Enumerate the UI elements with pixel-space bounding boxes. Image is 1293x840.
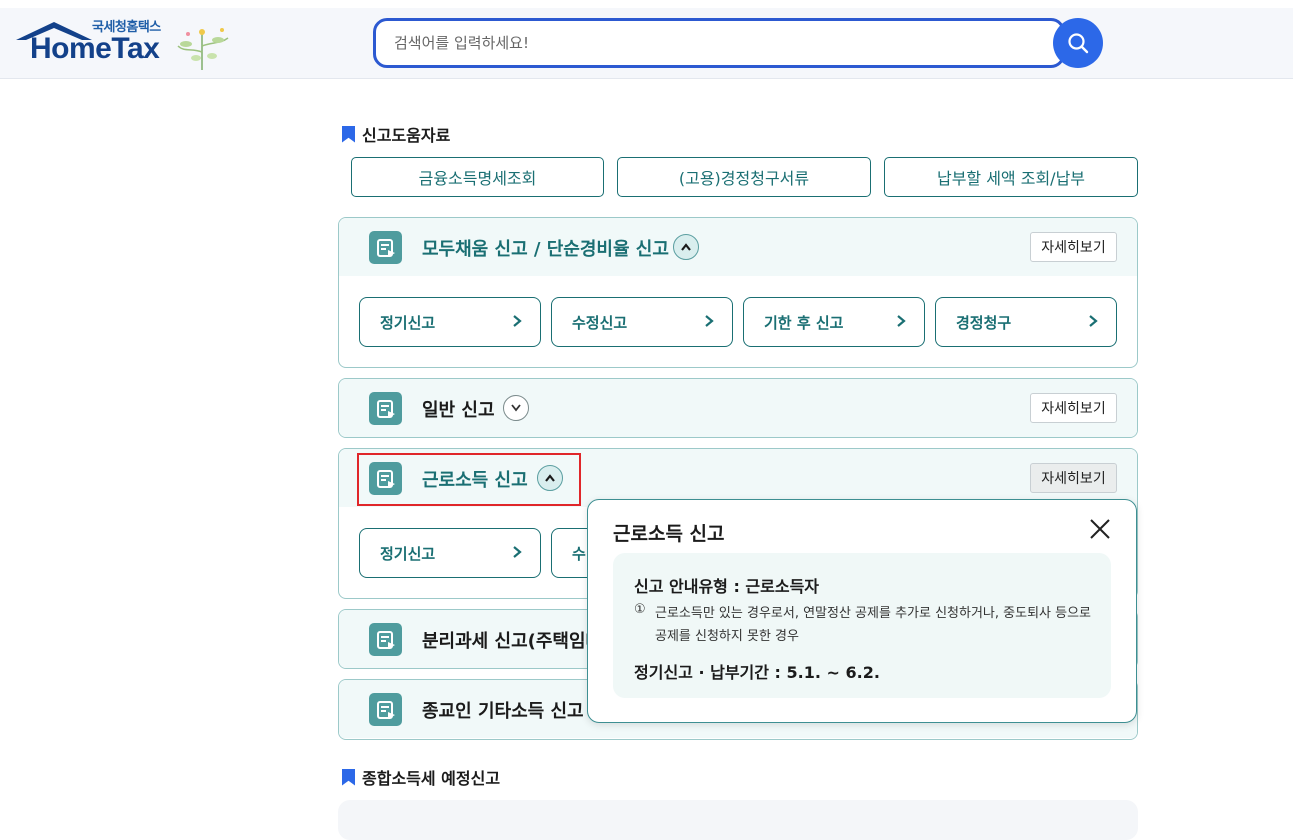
panel-title: 종교인 기타소득 신고 <box>422 701 584 722</box>
tax-payment-button[interactable]: 납부할 세액 조회/납부 <box>884 157 1138 197</box>
correction-claim-docs-button[interactable]: (고용)경정청구서류 <box>617 157 871 197</box>
search-button[interactable] <box>1053 18 1103 68</box>
panel-simple-filing: 모두채움 신고 / 단순경비율 신고 자세히보기 정기신고 수정신고 기한 후 … <box>338 217 1138 368</box>
panel-title: 분리과세 신고(주택임대 <box>422 631 603 652</box>
chevron-right-icon <box>513 546 522 558</box>
flower-decoration-icon <box>177 28 229 70</box>
estimate-section-title: 종합소득세 예정신고 <box>342 765 500 789</box>
detail-button[interactable]: 자세히보기 <box>1030 393 1117 423</box>
bookmark-icon <box>342 768 355 786</box>
document-icon <box>369 231 402 264</box>
chevron-up-icon <box>681 243 691 251</box>
document-icon <box>369 693 402 726</box>
amended-filing-button[interactable]: 수정신고 <box>551 297 733 347</box>
search-bar[interactable] <box>373 18 1065 68</box>
panel-title: 모두채움 신고 / 단순경비율 신고 <box>422 239 669 260</box>
regular-filing-button[interactable]: 정기신고 <box>359 528 541 578</box>
detail-button[interactable]: 자세히보기 <box>1030 463 1117 493</box>
logo-title: HomeTax <box>30 32 160 65</box>
expand-toggle[interactable] <box>503 395 529 421</box>
chevron-right-icon <box>1089 315 1098 327</box>
popup-info-box: 신고 안내유형 : 근로소득자 ① 근로소득만 있는 경우로서, 연말정산 공제… <box>613 553 1111 698</box>
earned-income-popup: 근로소득 신고 신고 안내유형 : 근로소득자 ① 근로소득만 있는 경우로서,… <box>587 499 1137 723</box>
panel-general-filing[interactable]: 일반 신고 자세히보기 <box>338 378 1138 438</box>
panel-title: 일반 신고 <box>422 400 495 421</box>
guide-description: 근로소득만 있는 경우로서, 연말정산 공제를 추가로 신청하거나, 중도퇴사 … <box>655 606 1092 644</box>
guide-heading: 신고 안내유형 : 근로소득자 <box>634 577 820 596</box>
chevron-right-icon <box>897 315 906 327</box>
document-icon <box>369 623 402 656</box>
hometax-logo[interactable]: 국세청홈택스 HomeTax <box>16 14 236 70</box>
search-input[interactable] <box>394 21 1034 65</box>
late-filing-button[interactable]: 기한 후 신고 <box>743 297 925 347</box>
close-icon[interactable] <box>1088 517 1112 541</box>
popup-title: 근로소득 신고 <box>613 523 725 545</box>
chevron-right-icon <box>705 315 714 327</box>
estimate-card <box>338 800 1138 840</box>
document-icon <box>369 392 402 425</box>
selection-highlight <box>357 453 581 506</box>
collapse-toggle[interactable] <box>673 234 699 260</box>
regular-filing-button[interactable]: 정기신고 <box>359 297 541 347</box>
correction-claim-button[interactable]: 경정청구 <box>935 297 1117 347</box>
chevron-down-icon <box>511 404 521 412</box>
chevron-right-icon <box>513 315 522 327</box>
bookmark-icon <box>342 125 355 143</box>
item-marker: ① <box>634 602 646 617</box>
filing-period: 정기신고 · 납부기간 : 5.1. ~ 6.2. <box>634 663 880 682</box>
detail-button[interactable]: 자세히보기 <box>1030 232 1117 262</box>
financial-income-button[interactable]: 금융소득명세조회 <box>351 157 604 197</box>
help-section-title: 신고도움자료 <box>342 122 450 146</box>
search-icon <box>1068 33 1089 54</box>
